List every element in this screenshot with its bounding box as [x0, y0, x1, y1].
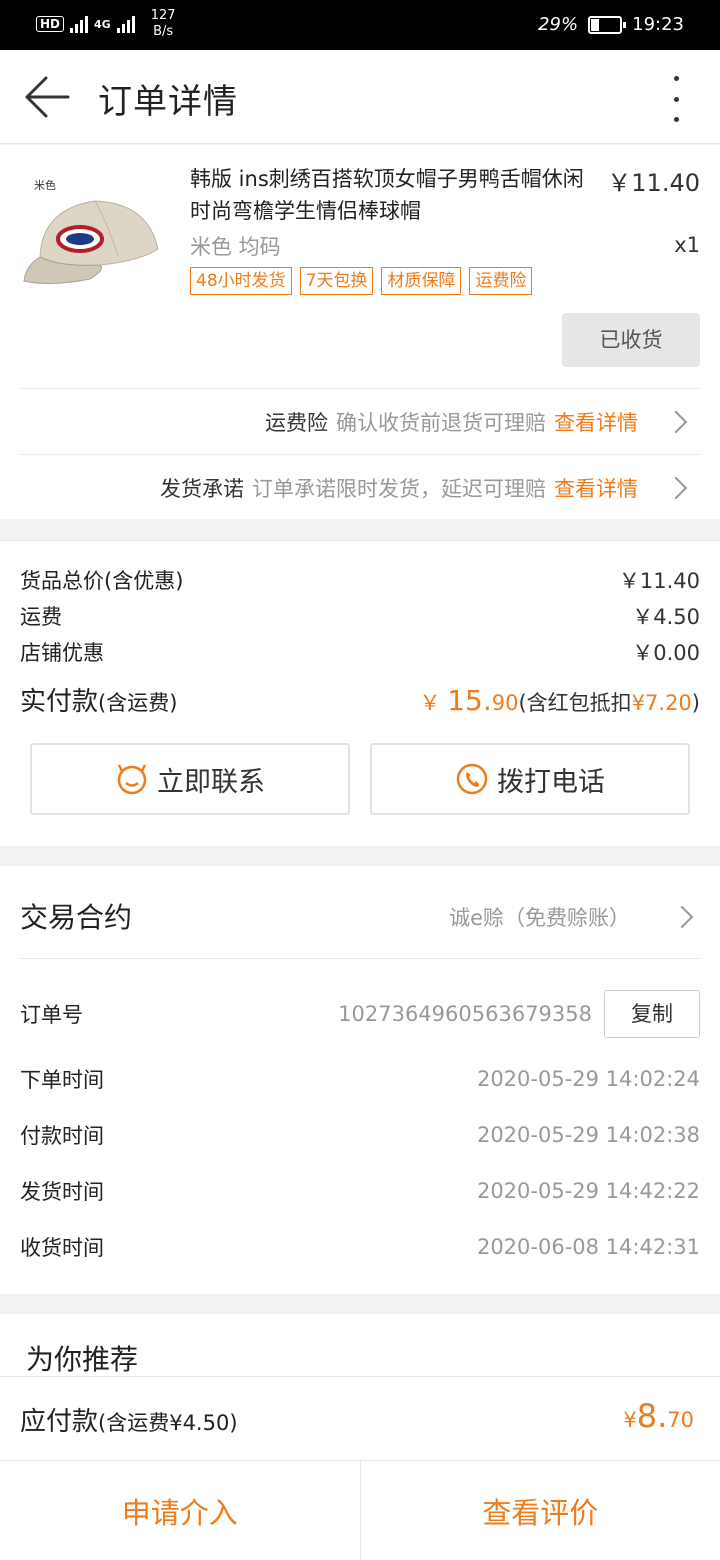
tag-shipping-insurance: 运费险: [469, 267, 533, 295]
actual-payment-value: ￥ 15.90(含红包抵扣¥7.20): [419, 684, 700, 717]
actual-payment-row: 实付款(含运费) ￥ 15.90(含红包抵扣¥7.20): [20, 681, 700, 718]
order-number-row: 订单号 1027364960563679358 复制: [20, 990, 700, 1038]
payable-bar: 应付款(含运费¥4.50) ¥8.70: [0, 1376, 720, 1460]
bottom-action-bar: 申请介入 查看评价: [0, 1460, 720, 1560]
chevron-right-icon: [664, 410, 688, 433]
tag-7day-exchange: 7天包换: [299, 267, 374, 295]
battery-percent: 29%: [538, 14, 579, 35]
battery-icon: [588, 15, 627, 34]
price-row-shipping: 运费 ￥4.50: [20, 605, 700, 629]
network-type: 4G: [94, 17, 111, 31]
payable-amount: ¥8.70: [623, 1397, 694, 1435]
signal-icon-2: [116, 15, 135, 33]
shipping-insurance-row[interactable]: 运费险 确认收货前退货可理赔 查看详情: [20, 388, 700, 454]
call-phone-button[interactable]: 拨打电话: [370, 743, 690, 815]
price-row-goods: 货品总价(含优惠) ￥11.40: [20, 569, 700, 593]
apply-intervention-button[interactable]: 申请介入: [0, 1461, 360, 1560]
view-details-link[interactable]: 查看详情: [554, 473, 638, 503]
ship-time-row: 发货时间 2020-05-29 14:42:22: [20, 1179, 700, 1204]
actual-payment-label: 实付款(含运费): [20, 687, 178, 717]
chat-face-icon: [117, 764, 147, 795]
back-arrow-icon[interactable]: [22, 74, 72, 120]
product-price: ￥11.40: [607, 169, 700, 197]
tag-48h-shipping: 48小时发货: [190, 267, 292, 295]
payment-time-row: 付款时间 2020-05-29 14:02:38: [20, 1123, 700, 1148]
receive-time-row: 收货时间 2020-06-08 14:42:31: [20, 1235, 700, 1260]
contract-row[interactable]: 诚e赊（免费赊账）: [449, 902, 694, 932]
order-number: 1027364960563679358: [338, 1002, 592, 1026]
chevron-right-icon: [664, 476, 688, 499]
order-time-row: 下单时间 2020-05-29 14:02:24: [20, 1067, 700, 1092]
status-bar: HD 4G 127 B/s 29% 19:23: [0, 0, 720, 50]
product-card: 米色 韩版 ins刺绣百搭软顶女帽子男鸭舌帽休闲时尚弯檐学生情侣棒球帽 ￥11.…: [0, 145, 720, 519]
app-header: 订单详情: [0, 50, 720, 144]
phone-icon: [456, 763, 488, 795]
received-button[interactable]: 已收货: [562, 313, 700, 367]
payable-label: 应付款(含运费¥4.50): [20, 1407, 238, 1437]
page-title: 订单详情: [98, 82, 238, 122]
shipping-promise-row[interactable]: 发货承诺 订单承诺限时发货，延迟可理赔 查看详情: [20, 454, 700, 520]
copy-button[interactable]: 复制: [604, 990, 700, 1038]
view-review-button[interactable]: 查看评价: [359, 1461, 720, 1560]
order-info-card: 交易合约 诚e赊（免费赊账） 订单号 1027364960563679358 复…: [0, 866, 720, 1294]
tag-material-guarantee: 材质保障: [381, 267, 462, 295]
image-color-label: 米色: [34, 179, 56, 192]
divider: [20, 958, 700, 959]
network-speed: 127 B/s: [150, 8, 176, 39]
price-row-discount: 店铺优惠 ￥0.00: [20, 641, 700, 665]
more-options-icon[interactable]: [666, 76, 686, 122]
contract-title: 交易合约: [20, 901, 133, 934]
clock: 19:23: [632, 14, 684, 35]
recommend-title: 为你推荐: [26, 1343, 139, 1376]
product-quantity: x1: [674, 233, 700, 257]
product-image[interactable]: 米色: [20, 169, 170, 299]
contact-now-button[interactable]: 立即联系: [30, 743, 350, 815]
price-summary-card: 货品总价(含优惠) ￥11.40 运费 ￥4.50 店铺优惠 ￥0.00 实付款(含运…: [0, 540, 720, 846]
view-details-link[interactable]: 查看详情: [554, 407, 638, 437]
signal-icon: [70, 15, 89, 33]
product-sku: 米色 均码: [190, 235, 281, 259]
product-name[interactable]: 韩版 ins刺绣百搭软顶女帽子男鸭舌帽休闲时尚弯檐学生情侣棒球帽: [190, 163, 590, 227]
chevron-right-icon: [670, 905, 694, 929]
hd-indicator: HD: [36, 16, 65, 32]
service-tags: 48小时发货 7天包换 材质保障 运费险: [190, 267, 533, 295]
